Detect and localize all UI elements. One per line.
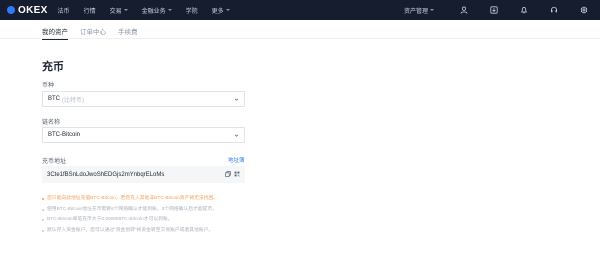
address-book-link[interactable]: 地址簿 xyxy=(228,156,245,164)
nav-label: 学院 xyxy=(185,8,198,15)
bullet-icon xyxy=(42,219,44,222)
bullet-icon xyxy=(42,229,44,232)
deposit-address-field: 3Cte1fBSnLdoJwoShEDGjs2mYnbqrELoMs xyxy=(42,166,245,183)
logo-icon xyxy=(7,6,15,14)
address-actions xyxy=(222,171,240,177)
user-icon[interactable] xyxy=(460,6,468,14)
chevron-down-icon xyxy=(167,9,172,11)
info-note: BTC-Bitcoin单笔充币大于0.000058TC-Bitcoin才可以到账… xyxy=(42,215,342,226)
main-nav: 法币 行情 交易 金融业务 学院 更多 xyxy=(58,6,244,15)
note-text: 默认存入资金账户，您可以通过“资金划转”将资金转至交易账户或者其他账户。 xyxy=(47,227,214,233)
headset-icon[interactable] xyxy=(550,6,558,14)
warning-note: 您只能向此地址充值BTC-Bitcoin，若您充入其他非BTC-Bitcoin资… xyxy=(42,194,342,205)
coin-select[interactable]: BTC (比特币) xyxy=(42,91,245,107)
settings-icon[interactable] xyxy=(580,6,588,14)
nav-label: 法币 xyxy=(57,8,70,15)
nav-item-more[interactable]: 更多 xyxy=(212,6,230,15)
header-actions: 资产管理 xyxy=(404,0,600,20)
deposit-notes: 您只能向此地址充值BTC-Bitcoin，若您充入其他非BTC-Bitcoin资… xyxy=(42,194,342,236)
page-title: 充币 xyxy=(42,61,64,73)
coin-label: 币种 xyxy=(42,83,55,89)
chevron-down-icon xyxy=(430,9,434,11)
chevron-down-icon xyxy=(225,9,230,11)
deposit-address-label: 充币地址 xyxy=(42,159,67,165)
bullet-icon xyxy=(42,198,44,201)
bell-icon[interactable] xyxy=(520,6,528,14)
asset-menu-label: 资产管理 xyxy=(403,8,428,15)
note-text: BTC-Bitcoin单笔充币大于0.000058TC-Bitcoin才可以到账… xyxy=(47,217,173,222)
coin-select-hint: (比特币) xyxy=(62,97,84,104)
nav-item-fiat[interactable]: 法币 xyxy=(58,6,70,15)
divider xyxy=(0,38,600,39)
nav-item-finance[interactable]: 金融业务 xyxy=(142,6,172,15)
copy-icon[interactable] xyxy=(225,171,231,177)
top-navigation-bar: OKEX 法币 行情 交易 金融业务 学院 更多 资产管理 xyxy=(0,0,600,20)
bullet-icon xyxy=(42,208,44,211)
nav-label: 交易 xyxy=(109,8,122,15)
nav-item-markets[interactable]: 行情 xyxy=(84,6,96,15)
nav-label: 更多 xyxy=(211,8,224,15)
nav-label: 金融业务 xyxy=(141,8,166,15)
chain-select[interactable]: BTC-Bitcoin xyxy=(42,127,245,143)
qr-code-icon[interactable] xyxy=(234,171,240,177)
note-text: 您只能向此地址充值BTC-Bitcoin，若您充入其他非BTC-Bitcoin资… xyxy=(47,196,219,201)
chevron-down-icon xyxy=(123,9,128,11)
chevron-down-icon xyxy=(234,98,239,101)
nav-item-academy[interactable]: 学院 xyxy=(186,6,198,15)
asset-management-menu[interactable]: 资产管理 xyxy=(404,6,434,15)
note-text: 使用BTC-Bitcoin地址充币需要6个网络确认才能到账，3个网络确认后才能提… xyxy=(47,206,218,212)
chain-label: 链名称 xyxy=(42,120,61,126)
nav-item-trade[interactable]: 交易 xyxy=(110,6,128,15)
deposit-address-value: 3Cte1fBSnLdoJwoShEDGjs2mYnbqrELoMs xyxy=(47,171,165,178)
chevron-down-icon xyxy=(234,134,239,137)
okex-logo[interactable]: OKEX xyxy=(7,5,48,16)
info-note: 使用BTC-Bitcoin地址充币需要6个网络确认才能到账，3个网络确认后才能提… xyxy=(42,205,342,216)
chain-select-value: BTC-Bitcoin xyxy=(48,132,81,138)
download-icon[interactable] xyxy=(490,6,498,14)
logo-text: OKEX xyxy=(18,4,48,16)
nav-label: 行情 xyxy=(83,8,96,15)
info-note: 默认存入资金账户，您可以通过“资金划转”将资金转至交易账户或者其他账户。 xyxy=(42,226,342,237)
coin-select-value: BTC xyxy=(48,96,60,102)
